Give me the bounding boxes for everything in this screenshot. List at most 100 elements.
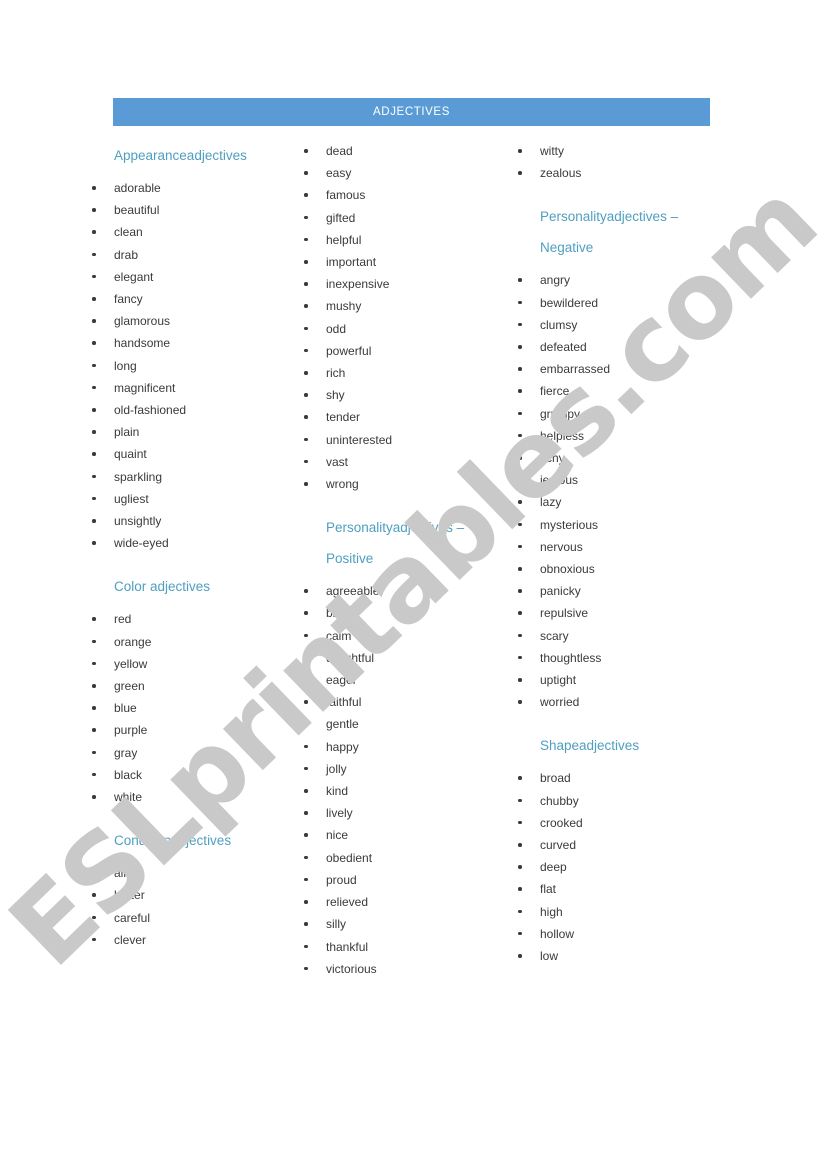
adjective-word: gray	[114, 745, 138, 760]
bullet-icon	[92, 474, 96, 479]
adjective-word: magnificent	[114, 380, 176, 395]
list-item: itchy	[511, 447, 726, 469]
bullet-icon	[518, 500, 522, 504]
list-item: clever	[85, 929, 300, 951]
worksheet-page: ESLprintables.com ADJECTIVES Appearancea…	[0, 0, 826, 1169]
list-item: repulsive	[511, 602, 726, 624]
bullet-icon	[518, 322, 522, 327]
list-item: orange	[85, 631, 300, 653]
bullet-icon	[518, 171, 522, 175]
adjective-word: handsome	[114, 336, 171, 351]
adjective-word: plain	[114, 425, 140, 440]
adjective-word: grumpy	[540, 406, 581, 421]
adjective-word: calm	[326, 628, 352, 643]
adjective-word: panicky	[540, 584, 581, 599]
bullet-icon	[518, 567, 522, 571]
list-item: happy	[297, 736, 512, 758]
list-item: zealous	[511, 162, 726, 184]
bullet-icon	[92, 937, 96, 942]
list-item: angry	[511, 269, 726, 291]
adjective-word: mysterious	[540, 517, 599, 532]
list-item: purple	[85, 719, 300, 741]
adjective-word: itchy	[540, 451, 565, 466]
bullet-icon	[92, 728, 96, 732]
adjective-word: helpful	[326, 232, 362, 247]
adjective-word: obedient	[326, 850, 373, 865]
list-item: grumpy	[511, 403, 726, 425]
adjective-word: careful	[114, 910, 151, 925]
adjective-word: deep	[540, 860, 567, 875]
bullet-icon	[518, 678, 522, 682]
bullet-icon	[92, 208, 96, 212]
adjective-word: uninterested	[326, 432, 393, 447]
column-1: Appearanceadjectives adorable beautiful cle…	[85, 140, 300, 951]
adjective-word: fancy	[114, 292, 143, 307]
list-item: low	[511, 945, 726, 967]
bullet-icon	[92, 496, 96, 501]
adjective-word: eager	[326, 673, 357, 688]
bullet-icon	[92, 319, 96, 323]
bullet-icon	[304, 678, 308, 682]
adjective-word: repulsive	[540, 606, 589, 621]
adjective-word: thankful	[326, 939, 369, 954]
adjective-word: red	[114, 612, 132, 627]
adjective-list: adorable beautiful clean drab elegant fancy gl…	[85, 177, 300, 554]
list-item: better	[85, 884, 300, 906]
bullet-icon	[304, 811, 308, 815]
adjective-word: rich	[326, 366, 346, 381]
adjective-word: zealous	[540, 166, 582, 181]
list-item: victorious	[297, 958, 512, 980]
list-item: odd	[297, 318, 512, 340]
list-item: elegant	[85, 266, 300, 288]
bullet-icon	[518, 865, 522, 869]
bullet-icon	[518, 456, 522, 460]
bullet-icon	[518, 798, 522, 803]
adjective-word: blue	[114, 701, 137, 716]
list-item: beautiful	[85, 199, 300, 221]
list-item: jolly	[297, 758, 512, 780]
adjective-word: thoughtless	[540, 650, 602, 665]
bullet-icon	[304, 722, 308, 726]
list-item: uninterested	[297, 429, 512, 451]
adjective-word: adorable	[114, 181, 161, 195]
bullet-icon	[304, 415, 308, 419]
list-item: plain	[85, 421, 300, 443]
list-item: careful	[85, 907, 300, 929]
adjective-word: chubby	[540, 793, 579, 808]
list-item: eager	[297, 669, 512, 691]
list-item: easy	[297, 162, 512, 184]
adjective-word: gifted	[326, 210, 356, 225]
list-item: flat	[511, 878, 726, 900]
list-item: gray	[85, 742, 300, 764]
adjective-word: curved	[540, 838, 577, 853]
bullet-icon	[518, 611, 522, 615]
bullet-icon	[518, 345, 522, 349]
bullet-icon	[304, 348, 308, 353]
list-item: sparkling	[85, 466, 300, 488]
adjective-word: agreeable	[326, 584, 380, 599]
bullet-icon	[92, 274, 96, 279]
adjective-word: nice	[326, 828, 349, 843]
adjective-word: white	[114, 790, 143, 805]
list-item: rich	[297, 362, 512, 384]
list-item: blue	[85, 697, 300, 719]
list-item: obnoxious	[511, 558, 726, 580]
adjective-word: angry	[540, 273, 571, 288]
adjective-word: unsightly	[114, 514, 162, 529]
adjective-list: red orange yellow green blue purple gray black w…	[85, 608, 300, 808]
list-item: agreeable	[297, 580, 512, 602]
adjective-word: purple	[114, 723, 148, 738]
bullet-icon	[304, 482, 308, 486]
adjective-word: obnoxious	[540, 562, 595, 577]
bullet-icon	[304, 655, 308, 660]
list-item: embarrassed	[511, 358, 726, 380]
list-item: inexpensive	[297, 273, 512, 295]
worksheet-title-bar: ADJECTIVES	[113, 98, 710, 126]
adjective-word: ugliest	[114, 491, 149, 506]
adjective-word: dead	[326, 144, 353, 158]
bullet-icon	[304, 215, 308, 220]
adjective-word: kind	[326, 784, 349, 799]
bullet-icon	[304, 437, 308, 442]
adjective-word: drab	[114, 247, 139, 262]
section-heading: Shapeadjectives	[540, 738, 640, 754]
